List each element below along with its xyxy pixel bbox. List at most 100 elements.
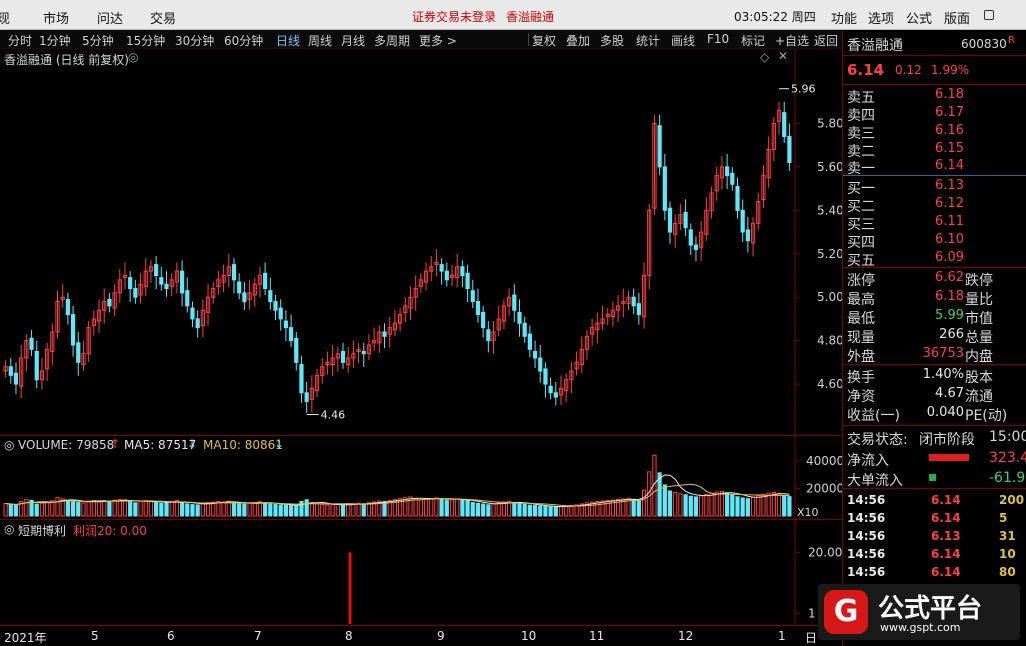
tab-60min[interactable]: 60分钟 — [224, 32, 263, 49]
stat-label: 最高 — [847, 292, 875, 308]
volume-bar — [294, 505, 299, 517]
volume-bar — [159, 502, 164, 517]
date-label: 5 — [91, 629, 99, 643]
order-book-row: 卖三 6.16 — [843, 122, 1026, 142]
volume-bar — [86, 500, 91, 517]
tick-price: 6.14 — [931, 565, 961, 579]
menu-item-market[interactable]: 市场 — [43, 8, 69, 27]
volume-bar — [39, 502, 45, 517]
tick-volume: 80 — [999, 565, 1016, 579]
volume-collapse-icon[interactable]: ◎ — [4, 438, 14, 452]
tool-multi-stock[interactable]: 多股 — [600, 32, 624, 49]
close-icon[interactable]: ✕ — [778, 49, 788, 63]
candle-body — [657, 125, 662, 168]
candle-body — [13, 372, 19, 385]
tab-multi-period[interactable]: 多周期 — [374, 32, 410, 49]
tick-row: 14:56 6.14 80 — [843, 563, 1026, 581]
volume-bar — [574, 504, 579, 517]
stat-row: 换手 1.40% 股本 — [843, 366, 1026, 386]
tool-overlay[interactable]: 叠加 — [566, 32, 590, 49]
candle-body — [283, 320, 289, 329]
price-tick-label: 4.60 — [817, 377, 842, 391]
volume-bar — [211, 501, 216, 517]
volume-bar — [434, 497, 439, 517]
volume-bar — [91, 499, 96, 517]
tick-time: 14:56 — [847, 493, 886, 507]
order-book-row: 买四 6.10 — [843, 231, 1026, 251]
candle-body — [517, 311, 522, 324]
volume-bar — [356, 502, 361, 517]
volume-bar — [449, 499, 455, 517]
tool-adjust[interactable]: 复权 — [532, 32, 556, 49]
tab-30min[interactable]: 30分钟 — [175, 32, 214, 49]
menu-item-function[interactable]: 功能 — [831, 8, 857, 27]
menu-item-wenda[interactable]: 问达 — [97, 8, 123, 27]
tab-1min[interactable]: 1分钟 — [39, 32, 71, 49]
candle-body — [76, 342, 81, 363]
menu-item-layout[interactable]: 版面 — [944, 8, 970, 27]
candlestick-chart[interactable]: 5.80 5.60 5.40 5.20 5.00 4.80 4.60 5.96 4.46 — [0, 49, 844, 435]
volume-bar — [179, 502, 185, 517]
tool-back[interactable]: 返回 — [814, 32, 838, 49]
tab-daily[interactable]: 日线 — [276, 32, 300, 49]
menu-item-trade[interactable]: 交易 — [150, 8, 176, 27]
candle-body — [237, 281, 242, 294]
chevron-down-icon[interactable]: ◎ — [128, 50, 138, 64]
price-chart[interactable]: 5.80 5.60 5.40 5.20 5.00 4.80 4.60 5.96 4.46 香溢… — [0, 49, 844, 435]
candle-body — [268, 290, 273, 303]
candle-body — [382, 331, 387, 337]
tab-monthly[interactable]: 月线 — [341, 32, 365, 49]
volume-bar — [247, 502, 252, 517]
stat-label: 最低 — [847, 311, 875, 327]
tick-volume: 200 — [999, 493, 1025, 507]
indicator-collapse-icon[interactable]: ◎ — [4, 522, 14, 536]
menu-item-options[interactable]: 选项 — [868, 8, 894, 27]
tool-statistics[interactable]: 统计 — [636, 32, 660, 49]
volume-bar — [361, 503, 366, 517]
candle-body — [242, 292, 247, 303]
candle-body — [263, 272, 268, 290]
volume-bar — [439, 498, 444, 517]
diamond-icon[interactable]: ◇ — [760, 50, 769, 64]
indicator-panel[interactable]: 20.00 1 ◎ 短期博利 利润20: 0.00 — [0, 519, 842, 626]
volume-bar — [486, 504, 491, 517]
menu-item-1[interactable]: 现 — [0, 8, 10, 27]
date-label: 1 — [778, 629, 786, 643]
volume-bar — [263, 502, 268, 517]
volume-bar — [418, 499, 423, 517]
volume-bar — [496, 502, 501, 517]
tab-5min[interactable]: 5分钟 — [82, 32, 114, 49]
order-book-row: 卖二 6.15 — [843, 140, 1026, 160]
stat-label: 流通 — [965, 389, 993, 405]
tool-mark[interactable]: 标记 — [741, 32, 765, 49]
volume-panel[interactable]: 40000 20000 ◎ VOLUME: 79858 ↑ MA5: 87517 … — [0, 435, 844, 520]
tick-price: 6.14 — [931, 511, 961, 525]
tick-volume: 5 — [999, 511, 1008, 525]
indicator-name: 短期博利 — [18, 524, 67, 538]
stock-flag: R — [1008, 35, 1015, 46]
chart-title: 香溢融通 (日线 前复权) — [4, 53, 129, 67]
bid-price: 6.09 — [935, 250, 964, 265]
volume-bar — [662, 484, 667, 517]
trade-time: 15:00 — [989, 429, 1026, 445]
tool-draw[interactable]: 画线 — [671, 32, 695, 49]
tool-add-watchlist[interactable]: +自选 — [775, 32, 809, 49]
volume-tick-label: 40000 — [806, 454, 842, 468]
candle-body — [294, 337, 299, 363]
volume-bar — [112, 499, 117, 517]
tool-f10[interactable]: F10 — [707, 32, 729, 46]
tab-more[interactable]: 更多 > — [419, 32, 457, 49]
tab-weekly[interactable]: 周线 — [308, 32, 332, 49]
stat-row: 净资 4.67 流通 — [843, 385, 1026, 405]
trade-login-warning[interactable]: 证券交易未登录 — [412, 8, 496, 25]
volume-bar — [517, 502, 522, 517]
tab-intraday[interactable]: 分时 — [8, 32, 32, 49]
volume-bar — [237, 503, 242, 517]
candle-body — [361, 351, 366, 355]
volume-bar — [782, 494, 787, 517]
tab-15min[interactable]: 15分钟 — [126, 32, 165, 49]
order-book-row: 卖五 6.18 — [843, 86, 1026, 106]
menu-item-formula[interactable]: 公式 — [906, 8, 932, 27]
big-inflow-label: 大单流入 — [847, 473, 903, 489]
home-icon[interactable] — [984, 10, 994, 20]
